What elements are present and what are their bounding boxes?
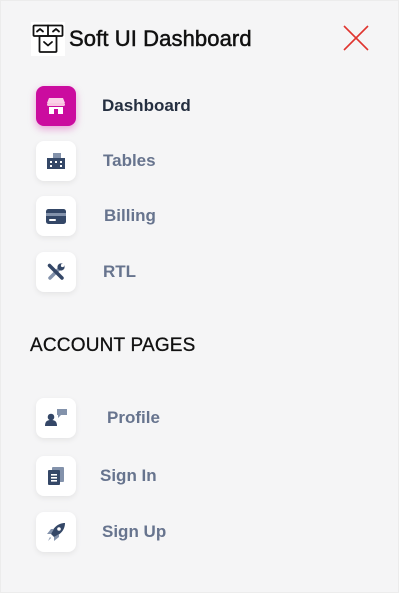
credit-card-icon — [36, 196, 76, 236]
office-icon — [36, 141, 76, 181]
user-chat-icon — [36, 398, 76, 438]
document-icon — [36, 456, 76, 496]
logo-icon — [31, 22, 65, 56]
nav-item-rtl[interactable]: RTL — [36, 252, 136, 292]
section-title-account-pages: ACCOUNT PAGES — [30, 335, 196, 356]
nav-label-tables: Tables — [103, 151, 156, 170]
nav-label-sign-in: Sign In — [100, 466, 157, 485]
nav-label-sign-up: Sign Up — [102, 522, 167, 541]
close-button[interactable] — [341, 23, 371, 53]
nav-item-tables[interactable]: Tables — [36, 141, 156, 181]
brand[interactable]: Soft UI Dashboard — [31, 22, 252, 56]
nav-label-dashboard: Dashboard — [102, 96, 191, 115]
nav-item-profile[interactable]: Profile — [36, 398, 160, 438]
rocket-icon — [36, 512, 76, 552]
nav-item-billing[interactable]: Billing — [36, 196, 156, 236]
nav-item-sign-up[interactable]: Sign Up — [36, 512, 166, 552]
shop-icon — [36, 86, 76, 126]
brand-name: Soft UI Dashboard — [69, 26, 252, 52]
close-icon — [343, 25, 369, 51]
nav-label-profile: Profile — [107, 408, 160, 427]
nav-item-sign-in[interactable]: Sign In — [36, 456, 157, 496]
nav-item-dashboard[interactable]: Dashboard — [36, 86, 191, 126]
sidebar: Soft UI Dashboard Dashboard Tables Billi… — [0, 0, 399, 593]
nav-label-billing: Billing — [104, 206, 156, 225]
tools-icon — [36, 252, 76, 292]
nav-label-rtl: RTL — [103, 262, 137, 281]
